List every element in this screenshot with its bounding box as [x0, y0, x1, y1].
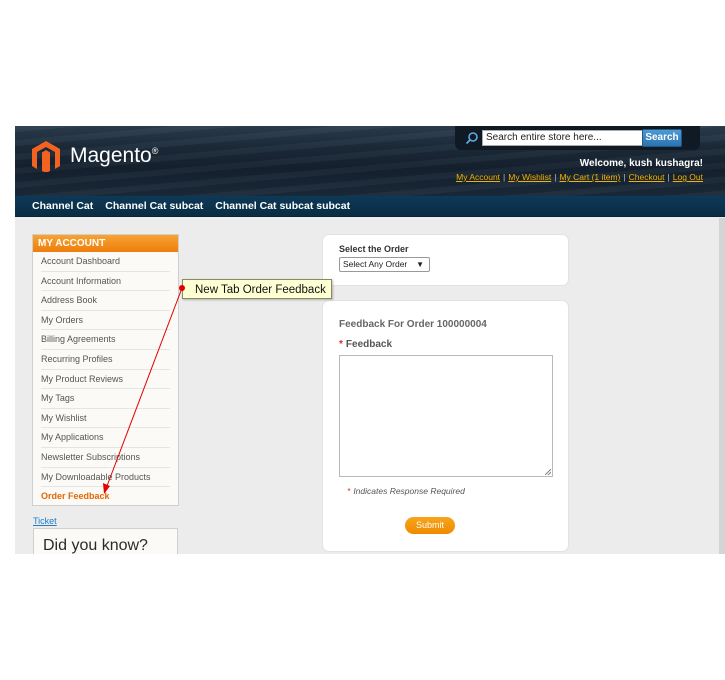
did-you-know-block: Did you know?	[33, 528, 178, 554]
required-asterisk: *	[339, 339, 343, 350]
nav-item-channel-cat-subcat-subcat[interactable]: Channel Cat subcat subcat	[209, 196, 356, 216]
annotation-callout: New Tab Order Feedback	[182, 279, 332, 299]
search-button[interactable]: Search	[642, 129, 682, 147]
nav-item-channel-cat[interactable]: Channel Cat	[15, 196, 99, 216]
logo-text: Magento	[70, 144, 152, 167]
sidebar-item-order-feedback[interactable]: Order Feedback	[41, 487, 170, 506]
nav-item-channel-cat-subcat[interactable]: Channel Cat subcat	[99, 196, 209, 216]
sidebar-item-newsletter-subscriptions[interactable]: Newsletter Subscriptions	[41, 448, 170, 468]
category-nav: Channel Cat Channel Cat subcat Channel Cat…	[15, 196, 725, 217]
sidebar-item-account-dashboard[interactable]: Account Dashboard	[41, 252, 170, 272]
feedback-panel: Feedback For Order 100000004 * Feedback *…	[322, 300, 569, 552]
chevron-down-icon: ▼	[416, 260, 424, 269]
sidebar-item-my-downloadable-products[interactable]: My Downloadable Products	[41, 468, 170, 488]
sidebar-item-my-applications[interactable]: My Applications	[41, 428, 170, 448]
registered-mark: ®	[151, 146, 159, 156]
order-select-value: Select Any Order	[343, 259, 408, 269]
account-sidebar: MY ACCOUNT Account Dashboard Account Inf…	[32, 234, 179, 506]
sidebar-item-billing-agreements[interactable]: Billing Agreements	[41, 330, 170, 350]
welcome-message: Welcome, kush kushagra!	[579, 158, 703, 169]
sidebar-item-address-book[interactable]: Address Book	[41, 291, 170, 311]
sidebar-item-my-orders[interactable]: My Orders	[41, 311, 170, 331]
submit-button[interactable]: Submit	[405, 517, 455, 534]
resize-handle-icon[interactable]	[545, 469, 551, 475]
my-cart-link[interactable]: My Cart (1 item)	[559, 172, 620, 182]
select-order-panel: Select the Order Select Any Order ▼	[322, 234, 569, 286]
sidebar-item-recurring-profiles[interactable]: Recurring Profiles	[41, 350, 170, 370]
sidebar-item-my-tags[interactable]: My Tags	[41, 389, 170, 409]
did-you-know-title: Did you know?	[43, 537, 148, 554]
search-input[interactable]: Search entire store here...	[482, 130, 643, 146]
sidebar-item-account-information[interactable]: Account Information	[41, 272, 170, 292]
my-wishlist-link[interactable]: My Wishlist	[508, 172, 551, 182]
magento-logo-icon	[32, 141, 60, 172]
search-bar: Search entire store here... Search	[455, 126, 700, 150]
my-account-link[interactable]: My Account	[456, 172, 500, 182]
checkout-link[interactable]: Checkout	[629, 172, 665, 182]
annotation-dot	[179, 285, 185, 291]
select-order-label: Select the Order	[339, 244, 409, 254]
search-icon	[465, 132, 478, 145]
sidebar-item-my-wishlist[interactable]: My Wishlist	[41, 409, 170, 429]
feedback-title: Feedback For Order 100000004	[339, 319, 487, 330]
log-out-link[interactable]: Log Out	[673, 172, 703, 182]
feedback-textarea[interactable]	[339, 355, 553, 477]
magento-logo[interactable]: Magento®	[31, 140, 158, 172]
required-note: * Indicates Response Required	[347, 486, 465, 496]
header-links: My Account | My Wishlist | My Cart (1 item) |…	[456, 172, 703, 182]
ticket-link[interactable]: Ticket	[33, 516, 57, 526]
page-scrollbar[interactable]	[719, 218, 725, 554]
feedback-label: * Feedback	[339, 339, 393, 350]
order-select[interactable]: Select Any Order ▼	[339, 257, 430, 272]
sidebar-title: MY ACCOUNT	[33, 235, 178, 252]
sidebar-item-my-product-reviews[interactable]: My Product Reviews	[41, 370, 170, 390]
browser-viewport: Magento® Search entire store here... Sea…	[15, 126, 725, 554]
site-header: Magento® Search entire store here... Sea…	[15, 126, 725, 196]
